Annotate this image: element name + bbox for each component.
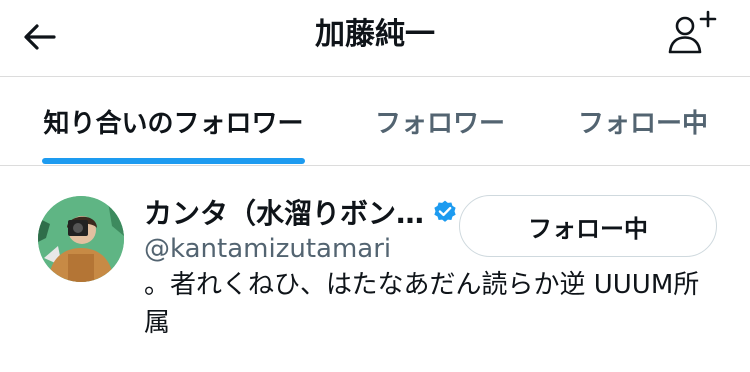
name-line: カンタ（水溜りボン… [144,192,458,232]
top-bar: 加藤純一 [0,0,750,77]
display-name: カンタ（水溜りボン… [144,197,425,230]
avatar-image [38,196,124,282]
avatar[interactable] [38,196,124,282]
verified-badge-icon [434,200,456,222]
following-page: 加藤純一 知り合いのフォロワー フォロワー フォロー中 カンタ（水溜りボン… @… [0,0,750,372]
user-list-item[interactable]: カンタ（水溜りボン… @kantamizutamari 。者れくねひ、はたなあだ… [0,166,750,372]
tab-bar: 知り合いのフォロワー フォロワー フォロー中 [0,77,750,166]
user-bio: 。者れくねひ、はたなあだん読らか逆 UUUM所属 [144,270,700,338]
tab-mutual-followers[interactable]: 知り合いのフォロワー [42,77,305,165]
following-button[interactable]: フォロー中 [459,195,717,257]
add-user-button[interactable] [666,8,722,58]
tab-followers[interactable]: フォロワー [360,77,520,165]
active-tab-indicator [42,158,305,164]
user-handle: @kantamizutamari [144,234,392,264]
user-plus-icon [668,10,717,54]
tab-following[interactable]: フォロー中 [570,77,716,165]
page-title: 加藤純一 [315,17,435,52]
